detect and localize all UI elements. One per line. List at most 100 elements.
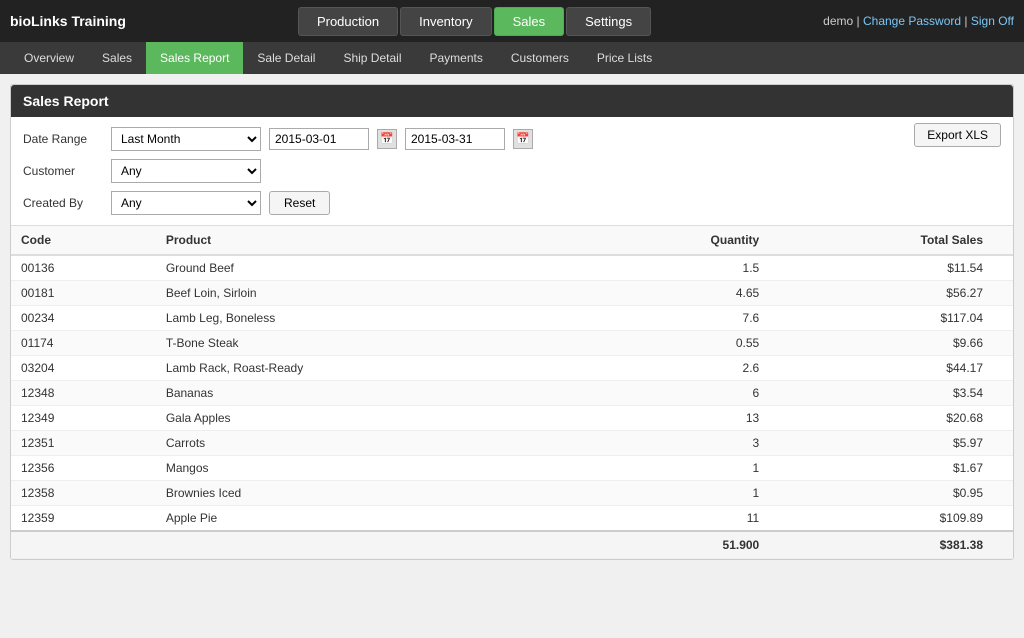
nav-sales[interactable]: Sales bbox=[88, 42, 146, 74]
top-nav-sales[interactable]: Sales bbox=[494, 7, 565, 36]
nav-payments[interactable]: Payments bbox=[415, 42, 496, 74]
cell-quantity: 13 bbox=[583, 406, 769, 431]
top-nav-production[interactable]: Production bbox=[298, 7, 398, 36]
table-row: 12351 Carrots 3 $5.97 bbox=[11, 431, 1013, 456]
cell-quantity: 11 bbox=[583, 506, 769, 532]
created-by-row: Created By Any Reset bbox=[23, 191, 914, 215]
date-range-row: Date Range Last MonthThis MonthCustom 📅 … bbox=[23, 127, 914, 151]
cell-spacer bbox=[993, 281, 1013, 306]
table-row: 00234 Lamb Leg, Boneless 7.6 $117.04 bbox=[11, 306, 1013, 331]
cell-quantity: 1 bbox=[583, 481, 769, 506]
export-button[interactable]: Export XLS bbox=[914, 123, 1001, 147]
cell-product: Bananas bbox=[156, 381, 583, 406]
cell-product: Lamb Rack, Roast-Ready bbox=[156, 356, 583, 381]
cell-total-sales: $9.66 bbox=[769, 331, 993, 356]
cell-total-sales: $117.04 bbox=[769, 306, 993, 331]
cell-quantity: 7.6 bbox=[583, 306, 769, 331]
date-from-input[interactable] bbox=[269, 128, 369, 150]
cell-spacer bbox=[993, 331, 1013, 356]
cell-code: 00136 bbox=[11, 255, 156, 281]
customer-select[interactable]: Any bbox=[111, 159, 261, 183]
cell-spacer bbox=[993, 481, 1013, 506]
user-area: demo | Change Password | Sign Off bbox=[823, 14, 1014, 28]
nav-price-lists[interactable]: Price Lists bbox=[583, 42, 666, 74]
cell-spacer bbox=[993, 255, 1013, 281]
col-total-sales: Total Sales bbox=[769, 226, 993, 255]
cell-product: Apple Pie bbox=[156, 506, 583, 532]
cell-total-sales: $0.95 bbox=[769, 481, 993, 506]
nav-sales-report[interactable]: Sales Report bbox=[146, 42, 243, 74]
cell-quantity: 4.65 bbox=[583, 281, 769, 306]
cell-product: Lamb Leg, Boneless bbox=[156, 306, 583, 331]
nav-overview[interactable]: Overview bbox=[10, 42, 88, 74]
date-to-icon[interactable]: 📅 bbox=[513, 129, 533, 149]
table-footer-row: 51.900 $381.38 bbox=[11, 531, 1013, 559]
filter-top-row: Date Range Last MonthThis MonthCustom 📅 … bbox=[23, 127, 1001, 215]
cell-quantity: 0.55 bbox=[583, 331, 769, 356]
cell-total-sales: $56.27 bbox=[769, 281, 993, 306]
customer-row: Customer Any bbox=[23, 159, 914, 183]
created-by-label: Created By bbox=[23, 196, 103, 210]
top-nav-settings[interactable]: Settings bbox=[566, 7, 651, 36]
nav-customers[interactable]: Customers bbox=[497, 42, 583, 74]
cell-code: 00234 bbox=[11, 306, 156, 331]
col-product: Product bbox=[156, 226, 583, 255]
cell-product: Carrots bbox=[156, 431, 583, 456]
change-password-link[interactable]: Change Password bbox=[863, 14, 961, 28]
table-row: 03204 Lamb Rack, Roast-Ready 2.6 $44.17 bbox=[11, 356, 1013, 381]
table-row: 12349 Gala Apples 13 $20.68 bbox=[11, 406, 1013, 431]
date-to-input[interactable] bbox=[405, 128, 505, 150]
cell-quantity: 2.6 bbox=[583, 356, 769, 381]
username: demo bbox=[823, 14, 853, 28]
reset-button[interactable]: Reset bbox=[269, 191, 330, 215]
table-row: 00136 Ground Beef 1.5 $11.54 bbox=[11, 255, 1013, 281]
cell-total-sales: $11.54 bbox=[769, 255, 993, 281]
cell-total-sales: $44.17 bbox=[769, 356, 993, 381]
panel-header: Sales Report bbox=[11, 85, 1013, 117]
cell-code: 12348 bbox=[11, 381, 156, 406]
cell-code: 00181 bbox=[11, 281, 156, 306]
table-row: 12356 Mangos 1 $1.67 bbox=[11, 456, 1013, 481]
table-row: 01174 T-Bone Steak 0.55 $9.66 bbox=[11, 331, 1013, 356]
nav-ship-detail[interactable]: Ship Detail bbox=[329, 42, 415, 74]
top-nav-inventory[interactable]: Inventory bbox=[400, 7, 491, 36]
cell-code: 12358 bbox=[11, 481, 156, 506]
cell-spacer bbox=[993, 306, 1013, 331]
col-code: Code bbox=[11, 226, 156, 255]
col-spacer bbox=[993, 226, 1013, 255]
cell-total-sales: $3.54 bbox=[769, 381, 993, 406]
filter-fields: Date Range Last MonthThis MonthCustom 📅 … bbox=[23, 127, 914, 215]
cell-code: 12351 bbox=[11, 431, 156, 456]
cell-total-sales: $5.97 bbox=[769, 431, 993, 456]
date-from-icon[interactable]: 📅 bbox=[377, 129, 397, 149]
second-nav: Overview Sales Sales Report Sale Detail … bbox=[0, 42, 1024, 74]
cell-total-sales: $109.89 bbox=[769, 506, 993, 532]
footer-product bbox=[156, 531, 583, 559]
cell-code: 12349 bbox=[11, 406, 156, 431]
cell-spacer bbox=[993, 431, 1013, 456]
cell-total-sales: $1.67 bbox=[769, 456, 993, 481]
cell-product: T-Bone Steak bbox=[156, 331, 583, 356]
cell-quantity: 6 bbox=[583, 381, 769, 406]
cell-product: Mangos bbox=[156, 456, 583, 481]
table-row: 12348 Bananas 6 $3.54 bbox=[11, 381, 1013, 406]
cell-spacer bbox=[993, 456, 1013, 481]
top-nav-buttons: Production Inventory Sales Settings bbox=[298, 7, 651, 36]
table-row: 12359 Apple Pie 11 $109.89 bbox=[11, 506, 1013, 532]
nav-sale-detail[interactable]: Sale Detail bbox=[243, 42, 329, 74]
footer-quantity: 51.900 bbox=[583, 531, 769, 559]
created-by-select[interactable]: Any bbox=[111, 191, 261, 215]
cell-code: 12359 bbox=[11, 506, 156, 532]
col-quantity: Quantity bbox=[583, 226, 769, 255]
sign-off-link[interactable]: Sign Off bbox=[971, 14, 1014, 28]
cell-product: Brownies Iced bbox=[156, 481, 583, 506]
sales-report-panel: Sales Report Date Range Last MonthThis M… bbox=[10, 84, 1014, 560]
footer-spacer bbox=[993, 531, 1013, 559]
footer-code bbox=[11, 531, 156, 559]
date-range-label: Date Range bbox=[23, 132, 103, 146]
cell-product: Gala Apples bbox=[156, 406, 583, 431]
top-bar: bioLinks Training Production Inventory S… bbox=[0, 0, 1024, 42]
main-content: Sales Report Date Range Last MonthThis M… bbox=[0, 74, 1024, 570]
footer-total-sales: $381.38 bbox=[769, 531, 993, 559]
date-range-select[interactable]: Last MonthThis MonthCustom bbox=[111, 127, 261, 151]
